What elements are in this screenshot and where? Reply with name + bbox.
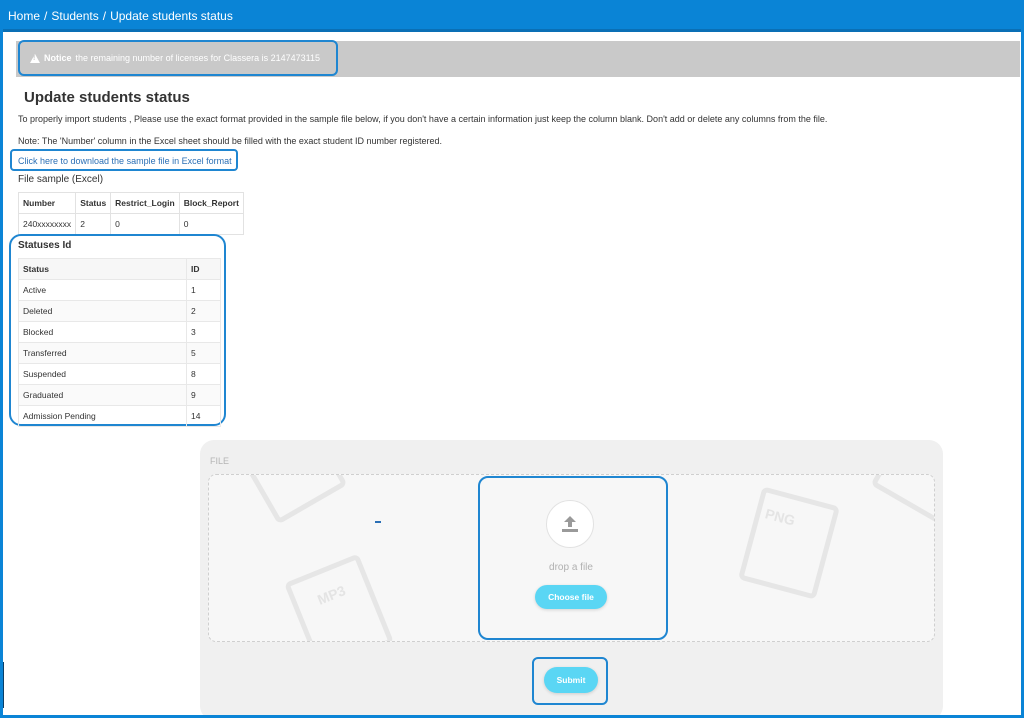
- sample-col-status: Status: [75, 192, 112, 214]
- status-id: 14: [186, 405, 221, 427]
- upload-arrow-icon: [562, 516, 578, 532]
- notice-label: Notice: [44, 53, 72, 63]
- sample-col-number: Number: [17, 192, 77, 214]
- choose-file-button[interactable]: Choose file: [535, 585, 607, 609]
- breadcrumb-home[interactable]: Home: [8, 9, 40, 23]
- top-bar: Home / Students / Update students status: [0, 0, 1024, 32]
- status-id: 9: [186, 384, 221, 406]
- statuses-col-status: Status: [18, 258, 187, 280]
- status-id: 2: [186, 300, 221, 322]
- sample-cell: 240xxxxxxxx: [17, 213, 77, 235]
- table-row: 240xxxxxxxx 2 0 0: [17, 213, 244, 235]
- status-id: 5: [186, 342, 221, 364]
- status-name: Suspended: [18, 363, 187, 385]
- table-row: Active 1: [18, 279, 221, 301]
- breadcrumb-separator: /: [102, 9, 107, 23]
- status-name: Active: [18, 279, 187, 301]
- status-name: Deleted: [18, 300, 187, 322]
- sample-cell: 0: [110, 213, 180, 235]
- sample-cell: 0: [178, 213, 244, 235]
- png-file-icon: [737, 486, 841, 600]
- status-name: Graduated: [18, 384, 187, 406]
- table-row: Admission Pending 14: [18, 405, 221, 427]
- drop-file-text: drop a file: [549, 562, 593, 573]
- page-title: Update students status: [24, 89, 190, 106]
- download-sample-link[interactable]: Click here to download the sample file i…: [18, 156, 232, 166]
- breadcrumb: Home / Students / Update students status: [8, 9, 233, 23]
- breadcrumb-current: Update students status: [110, 9, 233, 23]
- sample-col-restrict-login: Restrict_Login: [110, 192, 180, 214]
- left-edge-mark: [2, 662, 4, 708]
- table-row: Transferred 5: [18, 342, 221, 364]
- cursor-mark: [375, 521, 381, 523]
- sample-table: Number Status Restrict_Login Block_Repor…: [17, 192, 244, 235]
- submit-button[interactable]: Submit: [544, 667, 598, 693]
- notice-text: the remaining number of licenses for Cla…: [75, 53, 320, 63]
- status-id: 1: [186, 279, 221, 301]
- sample-cell: 2: [75, 213, 112, 235]
- status-name: Admission Pending: [18, 405, 187, 427]
- sample-heading: File sample (Excel): [18, 174, 104, 185]
- breadcrumb-students[interactable]: Students: [51, 9, 98, 23]
- file-field-label: FILE: [210, 456, 230, 466]
- table-row: Graduated 9: [18, 384, 221, 406]
- sample-col-block-report: Block_Report: [178, 192, 244, 214]
- statuses-heading: Statuses Id: [18, 240, 72, 251]
- main-content: Notice the remaining number of licenses …: [8, 34, 1020, 718]
- status-id: 8: [186, 363, 221, 385]
- warning-icon: [30, 53, 40, 63]
- statuses-table: Status ID Active 1 Deleted 2 Blocked 3 Tran…: [18, 258, 221, 427]
- sample-header-row: Number Status Restrict_Login Block_Repor…: [17, 192, 244, 214]
- table-row: Deleted 2: [18, 300, 221, 322]
- import-note: Note: The 'Number' column in the Excel s…: [18, 136, 442, 146]
- status-name: Transferred: [18, 342, 187, 364]
- status-name: Blocked: [18, 321, 187, 343]
- table-row: Suspended 8: [18, 363, 221, 385]
- bg-file-icon: [230, 475, 348, 525]
- statuses-header-row: Status ID: [18, 258, 221, 280]
- status-id: 3: [186, 321, 221, 343]
- notice-message: Notice the remaining number of licenses …: [30, 53, 320, 63]
- import-instructions: To properly import students , Please use…: [18, 114, 828, 124]
- breadcrumb-separator: /: [44, 9, 48, 23]
- bg-file-icon: [870, 475, 934, 525]
- upload-icon[interactable]: [546, 500, 594, 548]
- statuses-col-id: ID: [186, 258, 221, 280]
- table-row: Blocked 3: [18, 321, 221, 343]
